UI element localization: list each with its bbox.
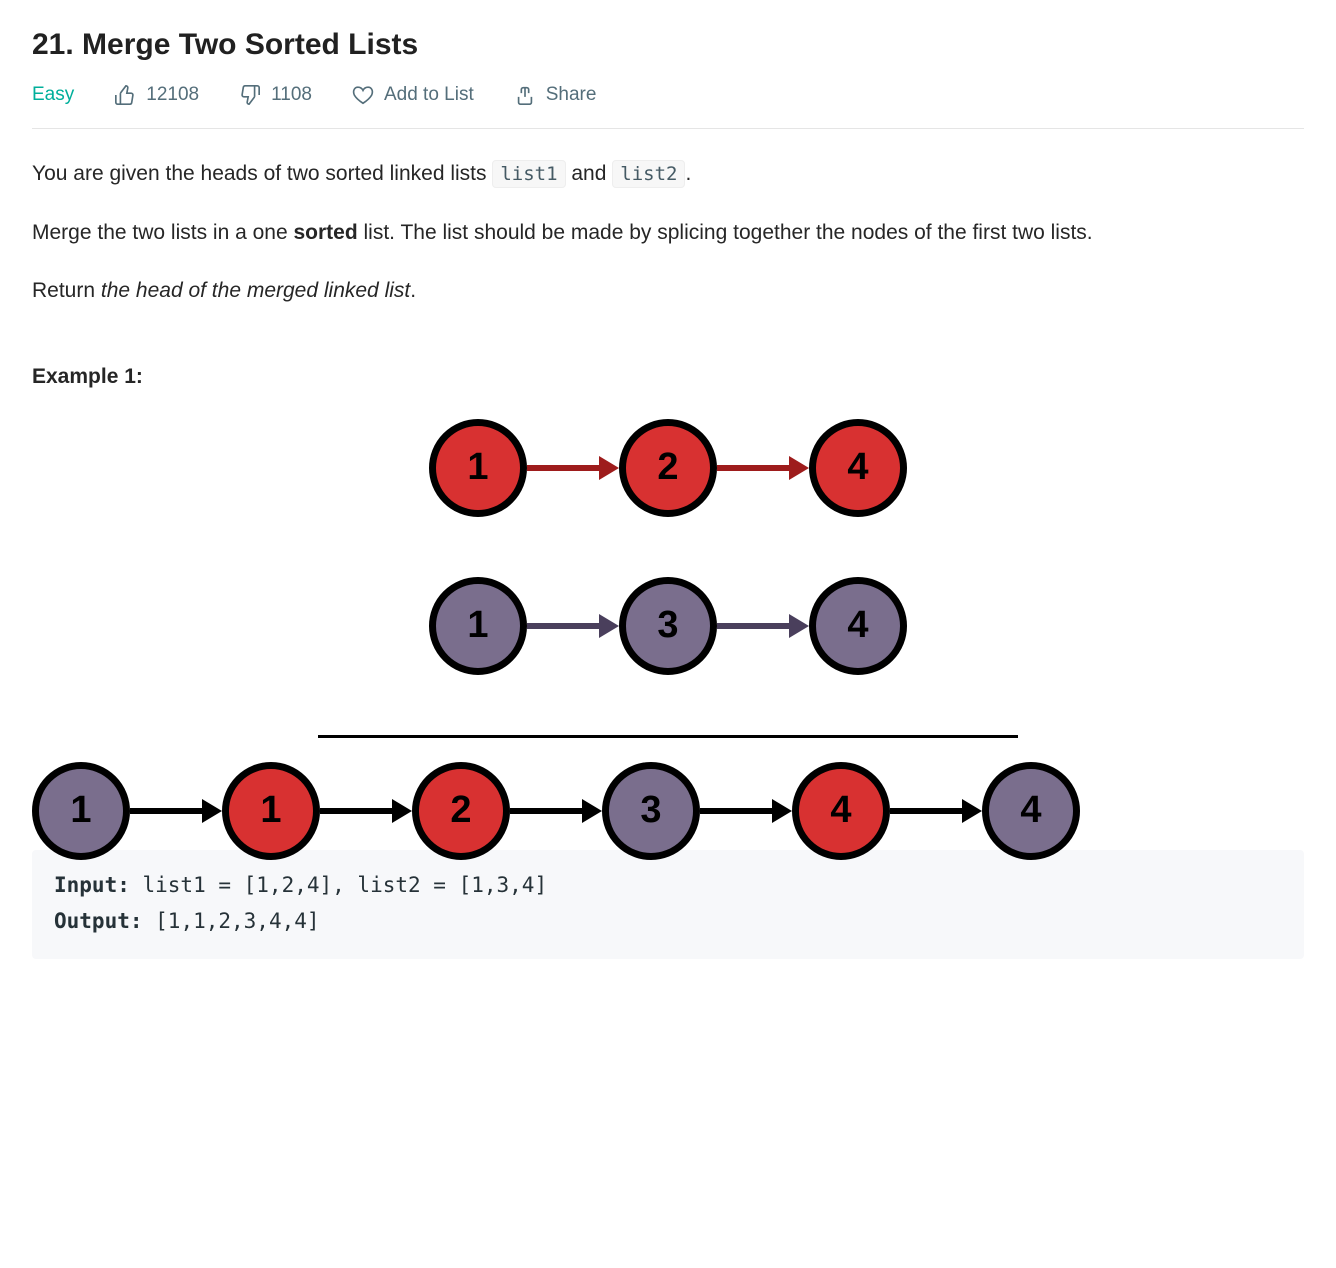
example-io: Input: list1 = [1,2,4], list2 = [1,3,4] … xyxy=(32,850,1304,959)
ll-node: 1 xyxy=(222,762,320,860)
ll-node: 4 xyxy=(792,762,890,860)
thumbs-down-icon xyxy=(239,84,261,106)
add-to-list-label: Add to List xyxy=(384,84,474,106)
ll-node: 1 xyxy=(429,419,527,517)
ll-node: 1 xyxy=(32,762,130,860)
share-button[interactable]: Share xyxy=(514,84,597,106)
ll-node: 4 xyxy=(809,419,907,517)
example-label: Example 1: xyxy=(32,365,1304,389)
arrow-icon xyxy=(510,808,602,814)
arrow-icon xyxy=(717,465,809,471)
ll-node: 3 xyxy=(619,577,717,675)
ll-node: 3 xyxy=(602,762,700,860)
difficulty-badge: Easy xyxy=(32,84,74,106)
ll-node: 4 xyxy=(809,577,907,675)
desc-p2: Merge the two lists in a one sorted list… xyxy=(32,216,1304,251)
example-output: Output: [1,1,2,3,4,4] xyxy=(54,904,1282,940)
add-to-list-button[interactable]: Add to List xyxy=(352,84,474,106)
arrow-icon xyxy=(527,465,619,471)
arrow-icon xyxy=(130,808,222,814)
meta-row: Easy 12108 1108 Add to List Share xyxy=(32,84,1304,129)
desc-p3: Return the head of the merged linked lis… xyxy=(32,274,1304,309)
example-diagram: 124 134 112344 xyxy=(32,419,1304,860)
ll-node: 4 xyxy=(982,762,1080,860)
diagram-merged: 112344 xyxy=(32,762,1304,860)
code-list2: list2 xyxy=(612,160,685,188)
dislikes-button[interactable]: 1108 xyxy=(239,84,312,106)
arrow-icon xyxy=(320,808,412,814)
desc-p1: You are given the heads of two sorted li… xyxy=(32,157,1304,192)
diagram-divider xyxy=(318,735,1018,738)
arrow-icon xyxy=(890,808,982,814)
likes-count: 12108 xyxy=(146,84,199,106)
thumbs-up-icon xyxy=(114,84,136,106)
likes-button[interactable]: 12108 xyxy=(114,84,199,106)
arrow-icon xyxy=(700,808,792,814)
code-list1: list1 xyxy=(492,160,565,188)
problem-title: 21. Merge Two Sorted Lists xyxy=(32,28,1304,62)
heart-icon xyxy=(352,84,374,106)
example-input: Input: list1 = [1,2,4], list2 = [1,3,4] xyxy=(54,868,1282,904)
share-icon xyxy=(514,84,536,106)
diagram-list2: 134 xyxy=(32,577,1304,675)
share-label: Share xyxy=(546,84,597,106)
problem-description: You are given the heads of two sorted li… xyxy=(32,157,1304,309)
ll-node: 2 xyxy=(619,419,717,517)
diagram-list1: 124 xyxy=(32,419,1304,517)
ll-node: 1 xyxy=(429,577,527,675)
dislikes-count: 1108 xyxy=(271,84,312,106)
ll-node: 2 xyxy=(412,762,510,860)
arrow-icon xyxy=(527,623,619,629)
arrow-icon xyxy=(717,623,809,629)
